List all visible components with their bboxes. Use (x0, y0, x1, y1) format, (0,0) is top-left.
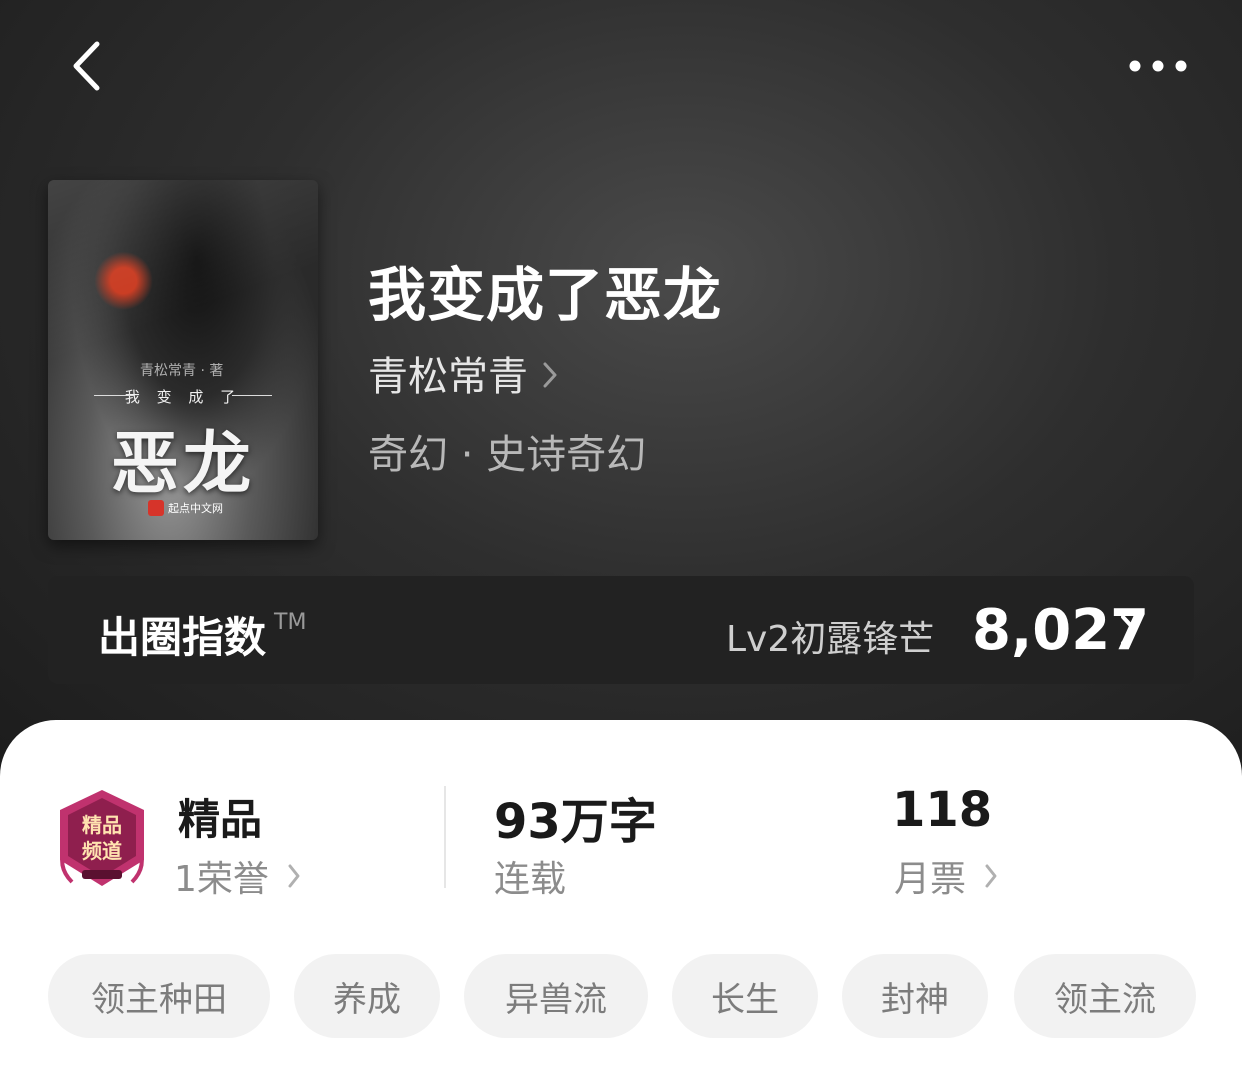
chevron-right-icon (985, 864, 997, 888)
book-cover[interactable]: 青松常青 · 著 我 变 成 了 恶龙 起点中文网 (48, 180, 318, 540)
monthly-ticket-link[interactable]: 月票 (894, 850, 998, 902)
cover-title: 恶龙 (110, 424, 255, 504)
tag-chip[interactable]: 领主流 (1014, 954, 1196, 1038)
index-level: Lv2初露锋芒 (726, 619, 935, 660)
tag-chip[interactable]: 长生 (672, 954, 818, 1038)
publisher-logo-icon (148, 500, 164, 516)
serial-status-text: 连载 (494, 859, 567, 900)
book-genre: 奇幻 · 史诗奇幻 (368, 432, 647, 478)
book-title: 我变成了恶龙 (368, 261, 723, 329)
honors-link[interactable]: 1荣誉 (174, 850, 301, 902)
index-label: 出圈指数 (98, 613, 267, 662)
popularity-index-bar[interactable]: 出圈指数 TM Lv2初露锋芒 8,027 (48, 576, 1194, 684)
chevron-right-icon (288, 864, 300, 888)
book-info-card: 精品 频道 精品 1荣誉 93万字 连载 118 月票 领主种田 养成 异兽流 … (0, 720, 1242, 1072)
trademark-mark: TM (274, 610, 307, 635)
tag-chip[interactable]: 领主种田 (48, 954, 270, 1038)
tag-chip[interactable]: 养成 (294, 954, 440, 1038)
chevron-right-icon (543, 362, 557, 388)
badge-text-bottom: 频道 (82, 839, 122, 863)
chevron-right-icon (1121, 615, 1137, 645)
back-arrow-icon (73, 41, 100, 91)
serial-status: 连载 (494, 850, 566, 902)
more-options-button[interactable] (1118, 44, 1198, 88)
monthly-ticket-count: 118 (892, 782, 993, 838)
more-dots-icon (1129, 60, 1187, 72)
honors-count: 1荣誉 (174, 859, 269, 900)
tag-chip[interactable]: 异兽流 (464, 954, 648, 1038)
word-count: 93万字 (494, 794, 657, 850)
author-name: 青松常青 (368, 354, 528, 400)
premium-channel-badge-icon: 精品 频道 (60, 790, 144, 886)
tag-chip[interactable]: 封神 (842, 954, 988, 1038)
badge-text-top: 精品 (82, 813, 122, 837)
cover-publisher: 起点中文网 (148, 500, 223, 516)
cover-publisher-name: 起点中文网 (168, 502, 223, 515)
cover-subtitle: 我 变 成 了 (48, 386, 318, 407)
author-link[interactable]: 青松常青 (368, 344, 558, 402)
cover-author-mark: 青松常青 · 著 (140, 363, 224, 379)
quality-label: 精品 (178, 795, 263, 844)
back-button[interactable] (58, 36, 114, 96)
monthly-ticket-label: 月票 (894, 859, 967, 900)
stat-divider (444, 786, 446, 888)
book-hero-header: 青松常青 · 著 我 变 成 了 恶龙 起点中文网 我变成了恶龙 青松常青 奇幻… (0, 0, 1242, 780)
